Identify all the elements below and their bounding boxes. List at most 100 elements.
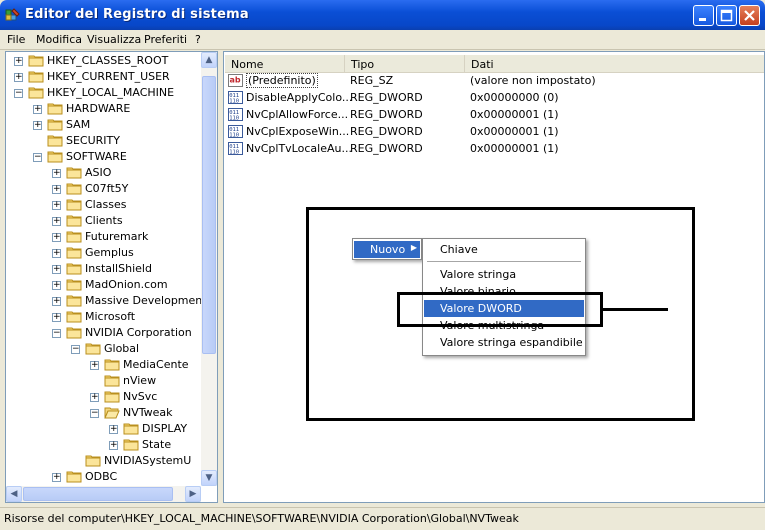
value-row[interactable]: 011 110 NvCplExposeWin... REG_DWORD 0x000000… — [228, 124, 748, 140]
folder-icon — [66, 263, 82, 275]
tree-node-label: State — [142, 438, 172, 451]
expand-icon[interactable]: + — [52, 265, 61, 274]
value-name: NvCplExposeWin... — [246, 125, 350, 138]
tree-node-label: SOFTWARE — [66, 150, 127, 163]
values-list-pane[interactable]: Nome Tipo Dati ab (Predefinito) REG_SZ (val… — [223, 51, 765, 503]
column-header-type[interactable]: Tipo — [345, 55, 465, 73]
tree-node-label: Global — [104, 342, 140, 355]
scroll-right-button[interactable]: ▶ — [185, 486, 201, 502]
tree-node-label: HARDWARE — [66, 102, 131, 115]
expand-icon[interactable]: + — [52, 169, 61, 178]
svg-text:110: 110 — [229, 133, 239, 139]
submenu-item-valore-stringa-espandibile[interactable]: Valore stringa espandibile — [424, 334, 584, 351]
folder-icon — [104, 391, 120, 403]
scroll-down-button[interactable]: ▼ — [201, 470, 217, 486]
annotation-pointer-line — [602, 308, 668, 311]
tree-horizontal-scrollbar[interactable]: ◀ ▶ — [6, 486, 201, 502]
minimize-icon — [699, 18, 706, 21]
folder-icon — [85, 343, 101, 355]
tree-node-label: NvSvc — [123, 390, 158, 403]
title-bar[interactable]: Editor del Registro di sistema — [0, 0, 765, 30]
tree-vscroll-thumb[interactable] — [202, 76, 216, 354]
tree-node-label: Futuremark — [85, 230, 149, 243]
folder-icon — [47, 135, 63, 147]
collapse-icon[interactable]: − — [33, 153, 42, 162]
scroll-left-button[interactable]: ◀ — [6, 486, 22, 502]
string-value-icon: ab — [228, 74, 243, 87]
status-bar: Risorse del computer\HKEY_LOCAL_MACHINE\… — [0, 507, 765, 530]
highlight-annotation-box — [397, 292, 603, 327]
svg-text:ab: ab — [230, 76, 241, 85]
status-path: Risorse del computer\HKEY_LOCAL_MACHINE\… — [4, 512, 519, 525]
tree-node-label: MadOnion.com — [85, 278, 168, 291]
scroll-up-button[interactable]: ▲ — [201, 52, 217, 68]
folder-icon — [28, 55, 44, 67]
tree-hscroll-thumb[interactable] — [23, 487, 173, 501]
expand-icon[interactable]: + — [52, 297, 61, 306]
folder-icon — [66, 167, 82, 179]
folder-icon — [47, 151, 63, 163]
expand-icon[interactable]: + — [52, 473, 61, 482]
menu-preferiti[interactable]: Preferiti — [144, 33, 187, 46]
expand-icon[interactable]: + — [14, 73, 23, 82]
menu-modifica[interactable]: Modifica — [36, 33, 82, 46]
value-row[interactable]: 011 110 DisableApplyColo... REG_DWORD 0x0000… — [228, 90, 748, 106]
close-icon — [744, 10, 755, 21]
folder-icon — [66, 327, 82, 339]
menu-help[interactable]: ? — [195, 33, 201, 46]
value-row[interactable]: 011 110 NvCplAllowForce... REG_DWORD 0x00000… — [228, 107, 748, 123]
value-type: REG_DWORD — [350, 125, 423, 138]
close-button[interactable] — [739, 5, 760, 26]
expand-icon[interactable]: + — [52, 185, 61, 194]
column-header-name[interactable]: Nome — [225, 55, 345, 73]
value-row[interactable]: 011 110 NvCplTvLocaleAu... REG_DWORD 0x00000… — [228, 141, 748, 157]
column-header-data[interactable]: Dati — [465, 55, 764, 73]
submenu-item-chiave[interactable]: Chiave — [424, 241, 584, 258]
value-row[interactable]: ab (Predefinito) REG_SZ (valore non imposta… — [228, 73, 748, 89]
collapse-icon[interactable]: − — [90, 409, 99, 418]
minimize-button[interactable] — [693, 5, 714, 26]
expand-icon[interactable]: + — [52, 281, 61, 290]
tree-node-label: Classes — [85, 198, 127, 211]
expand-icon[interactable]: + — [33, 105, 42, 114]
folder-icon — [66, 199, 82, 211]
collapse-icon[interactable]: − — [52, 329, 61, 338]
menu-visualizza[interactable]: Visualizza — [87, 33, 141, 46]
expand-icon[interactable]: + — [52, 217, 61, 226]
folder-icon — [28, 71, 44, 83]
tree-node-label: C07ft5Y — [85, 182, 129, 195]
window-title: Editor del Registro di sistema — [25, 7, 249, 22]
folder-icon — [66, 279, 82, 291]
maximize-icon — [720, 9, 733, 22]
value-name: NvCplAllowForce... — [246, 108, 349, 121]
tree-node-label: NVIDIA Corporation — [85, 326, 192, 339]
tree-vertical-scrollbar[interactable]: ▲ ▼ — [201, 52, 217, 486]
registry-tree-pane[interactable]: + HKEY_CLASSES_ROOT + HKEY_CURRENT_USER − HKE… — [5, 51, 218, 503]
tree-node-label: ASIO — [85, 166, 112, 179]
expand-icon[interactable]: + — [109, 425, 118, 434]
folder-icon — [104, 359, 120, 371]
expand-icon[interactable]: + — [52, 233, 61, 242]
tree-node-label: ODBC — [85, 470, 118, 483]
expand-icon[interactable]: + — [14, 57, 23, 66]
expand-icon[interactable]: + — [90, 393, 99, 402]
menu-file[interactable]: File — [7, 33, 25, 46]
context-menu-nuovo[interactable]: Nuovo ▶ — [354, 241, 420, 258]
maximize-button[interactable] — [716, 5, 737, 26]
expand-icon[interactable]: + — [90, 361, 99, 370]
folder-icon — [123, 423, 139, 435]
value-type: REG_DWORD — [350, 91, 423, 104]
expand-icon[interactable]: + — [33, 121, 42, 130]
expand-icon[interactable]: + — [52, 313, 61, 322]
submenu-item-valore-stringa[interactable]: Valore stringa — [424, 266, 584, 283]
value-name: DisableApplyColo... — [246, 91, 353, 104]
collapse-icon[interactable]: − — [14, 89, 23, 98]
expand-icon[interactable]: + — [52, 249, 61, 258]
value-data: (valore non impostato) — [470, 74, 596, 87]
tree-node-label: MediaCente — [123, 358, 189, 371]
value-name: (Predefinito) — [246, 73, 318, 88]
collapse-icon[interactable]: − — [71, 345, 80, 354]
folder-icon — [47, 119, 63, 131]
expand-icon[interactable]: + — [52, 201, 61, 210]
expand-icon[interactable]: + — [109, 441, 118, 450]
